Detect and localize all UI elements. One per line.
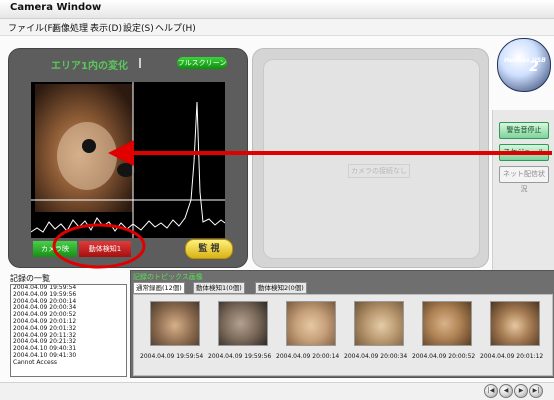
status-bar (0, 382, 554, 400)
camera-button[interactable]: カメラ映 (33, 241, 77, 257)
thumbnail-image (354, 301, 404, 346)
title-bar: Camera Window (0, 0, 554, 19)
dog-eye (82, 139, 96, 153)
thumbnail-caption: 2004.04.09 20:01:12 (480, 353, 544, 360)
menu-image-processing[interactable]: 画像処理 (52, 21, 88, 34)
thumbnail-image (218, 301, 268, 346)
thumbnail-caption: 2004.04.09 20:00:34 (344, 353, 408, 360)
tab-motion-detect-2[interactable]: 動体検知2(0個) (255, 282, 307, 294)
thumbnail[interactable]: 2004.04.09 20:01:12 (480, 301, 544, 371)
camera-view-2[interactable]: カメラの接続なし (263, 59, 480, 259)
first-page-icon[interactable]: |◀ (484, 384, 498, 398)
monitor-button[interactable]: 監 視 (185, 239, 233, 259)
thumbnail[interactable]: 2004.04.09 20:00:14 (276, 301, 340, 371)
thumbnail-caption: 2004.04.09 20:00:52 (412, 353, 476, 360)
thumbnail-image (490, 301, 540, 346)
motion-graph (31, 82, 225, 238)
menu-view[interactable]: 表示(D) (90, 21, 122, 34)
stop-alarm-button[interactable]: 警告音停止 (499, 122, 549, 139)
thumbnail[interactable]: 2004.04.09 19:59:56 (208, 301, 272, 371)
thumbnail-caption: 2004.04.09 20:00:14 (276, 353, 340, 360)
records-list[interactable]: 2004.04.09 19:59:54 2004.04.09 19:59:56 … (10, 284, 127, 377)
last-page-icon[interactable]: ▶| (529, 384, 543, 398)
thumbnail-caption: 2004.04.09 19:59:56 (208, 353, 272, 360)
divider (139, 58, 141, 68)
motion-detect-1-button[interactable]: 動体検知1 (79, 241, 131, 257)
thumbnail-image (150, 301, 200, 346)
records-title: 記録の一覧 (10, 274, 50, 283)
thumbnail[interactable]: 2004.04.09 20:00:34 (344, 301, 408, 371)
menu-help[interactable]: ヘルプ(H) (155, 21, 196, 34)
topics-panel: 記録のトピックス画像 通常録画(12個) 動体検知1(0個) 動体検知2(0個)… (130, 270, 554, 378)
fullscreen-button[interactable]: フルスクリーン (177, 57, 227, 69)
logo-brand-text: Hermes USB (504, 57, 546, 64)
camera-panel-2: カメラの接続なし (252, 48, 489, 268)
thumbnail-image (422, 301, 472, 346)
topics-title: 記録のトピックス画像 (133, 273, 203, 281)
thumbnail-strip: 2004.04.09 19:59:54 2004.04.09 19:59:56 … (133, 294, 553, 376)
no-camera-placeholder: カメラの接続なし (348, 164, 410, 178)
dog-face (57, 122, 117, 190)
window-title: Camera Window (10, 2, 102, 13)
schedule-button[interactable]: スケジュール (499, 144, 549, 161)
tab-motion-detect-1[interactable]: 動体検知1(0個) (193, 282, 245, 294)
hermes-usb-logo: Hermes USB 2 (497, 38, 551, 92)
side-button-panel: 警告音停止 スケジュール ネット配信状況 (492, 110, 554, 270)
camera-panel-title: エリア1内の変化 (51, 61, 128, 72)
camera-video-view[interactable] (31, 82, 225, 238)
logo-number-text: 2 (529, 59, 539, 75)
dog-nose (117, 163, 135, 177)
thumbnail-caption: 2004.04.09 19:59:54 (140, 353, 204, 360)
camera-panel-1: エリア1内の変化 フルスクリーン カメラ映 動体検知1 監 視 (8, 48, 248, 268)
thumbnail-image (286, 301, 336, 346)
menu-bar: ファイル(F) 画像処理 表示(D) 設定(S) ヘルプ(H) (0, 19, 554, 36)
tab-normal-recording[interactable]: 通常録画(12個) (133, 282, 185, 294)
prev-page-icon[interactable]: ◀ (499, 384, 513, 398)
camera-window: Camera Window ファイル(F) 画像処理 表示(D) 設定(S) ヘ… (0, 0, 554, 400)
list-item[interactable]: Cannot Access (11, 359, 126, 367)
thumbnail[interactable]: 2004.04.09 19:59:54 (140, 301, 204, 371)
next-page-icon[interactable]: ▶ (514, 384, 528, 398)
thumbnail[interactable]: 2004.04.09 20:00:52 (412, 301, 476, 371)
menu-file[interactable]: ファイル(F) (8, 21, 56, 34)
network-status-button[interactable]: ネット配信状況 (499, 166, 549, 193)
menu-settings[interactable]: 設定(S) (123, 21, 154, 34)
